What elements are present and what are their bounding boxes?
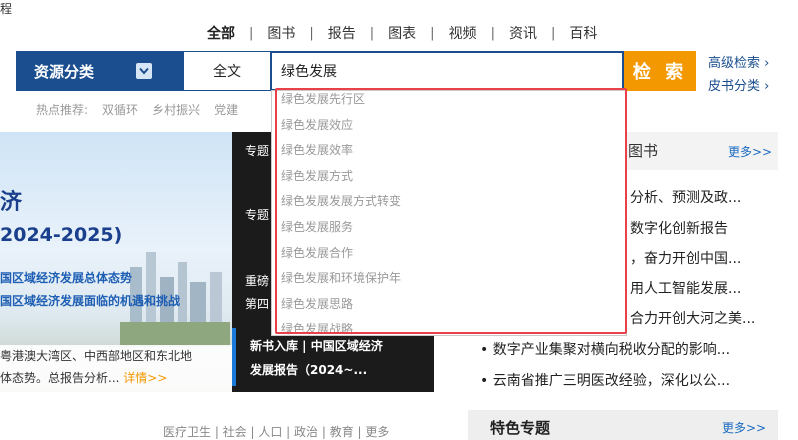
resource-category-label: 资源分类	[34, 62, 95, 81]
highlight-frame	[275, 88, 627, 334]
banner-title-line2: 2024-2025)	[0, 224, 123, 246]
news-item[interactable]: 用人工智能发展...	[630, 278, 798, 298]
search-scope-select[interactable]: 全文	[184, 51, 270, 91]
search-button[interactable]: 检 索	[624, 51, 696, 91]
tab-separator: |	[430, 25, 435, 41]
news-item[interactable]: ，奋力开创中国...	[630, 248, 798, 268]
hot-recommendations: 热点推荐: 双循环 乡村振兴 党建	[36, 101, 238, 118]
right-section-title: 图书	[628, 142, 659, 160]
hot-label: 热点推荐:	[36, 103, 89, 117]
active-indicator	[232, 328, 236, 386]
tab-charts[interactable]: 图表	[386, 23, 418, 43]
tab-separator: |	[249, 25, 254, 41]
banner-details-link[interactable]: 详情>>	[123, 371, 167, 385]
resource-category-dropdown[interactable]: 资源分类	[16, 51, 184, 91]
pishu-category-link[interactable]: 皮书分类 ›	[708, 75, 769, 94]
banner-caption-line1: 粤港澳大湾区、中西部地区和东北地	[0, 349, 193, 363]
news-item[interactable]: • 云南省推广三明医改经验，深化以公...	[480, 370, 780, 390]
hot-tag[interactable]: 双循环	[102, 101, 138, 118]
banner-subtitle-line1: 国区域经济发展总体态势	[0, 271, 133, 285]
tab-separator: |	[369, 25, 375, 41]
news-item[interactable]: 分析、预测及政...	[630, 187, 798, 207]
new-book-title-line2[interactable]: 发展报告（2024~...	[250, 361, 367, 378]
advanced-search-link[interactable]: 高级检索 ›	[708, 52, 769, 71]
tab-news[interactable]: 资讯	[507, 23, 539, 43]
news-item[interactable]: 数字化创新报告	[630, 218, 798, 238]
side-menu-item[interactable]: 专题	[245, 142, 269, 159]
right-more-link[interactable]: 更多>>	[728, 143, 772, 160]
cut-off-text: 程	[0, 2, 13, 16]
hot-tag[interactable]: 党建	[214, 101, 238, 118]
new-book-title-line1[interactable]: 新书入库 | 中国区域经济	[250, 337, 383, 354]
special-topics-more-link[interactable]: 更多>>	[722, 419, 766, 436]
city-skyline-image	[120, 252, 230, 347]
banner-subtitle-line2: 国区域经济发展面临的机遇和挑战	[0, 294, 181, 308]
tab-all[interactable]: 全部	[205, 23, 237, 43]
tab-separator: |	[550, 25, 556, 41]
news-item[interactable]: • 数字产业集聚对横向税收分配的影响...	[480, 339, 780, 359]
chevron-down-icon[interactable]	[136, 63, 152, 79]
search-input[interactable]: 绿色发展	[270, 51, 624, 91]
tab-encyclopedia[interactable]: 百科	[567, 23, 599, 43]
news-item[interactable]: 合力开创大河之美...	[630, 308, 798, 328]
tab-books[interactable]: 图书	[265, 23, 297, 43]
special-topics-title: 特色专题	[490, 419, 551, 437]
side-menu-item[interactable]: 第四	[245, 295, 269, 312]
side-menu-item[interactable]: 专题	[245, 206, 269, 223]
resource-type-tabs: 全部 | 图书 | 报告 | 图表 | 视频 | 资讯 | 百科	[205, 22, 599, 44]
banner-caption: 粤港澳大湾区、中西部地区和东北地 体态势。总报告分析... 详情>>	[0, 345, 232, 393]
tab-separator: |	[309, 25, 314, 41]
side-menu-item[interactable]: 重磅	[245, 272, 269, 289]
banner-title-line1: 济	[0, 190, 23, 215]
tab-videos[interactable]: 视频	[447, 23, 479, 43]
tab-reports[interactable]: 报告	[326, 23, 358, 43]
hot-tag[interactable]: 乡村振兴	[152, 101, 200, 118]
tab-separator: |	[490, 25, 495, 41]
bottom-category-links[interactable]: 医疗卫生 | 社会 | 人口 | 政治 | 教育 | 更多	[163, 423, 389, 440]
banner-caption-line2: 体态势。总报告分析...	[0, 371, 120, 385]
